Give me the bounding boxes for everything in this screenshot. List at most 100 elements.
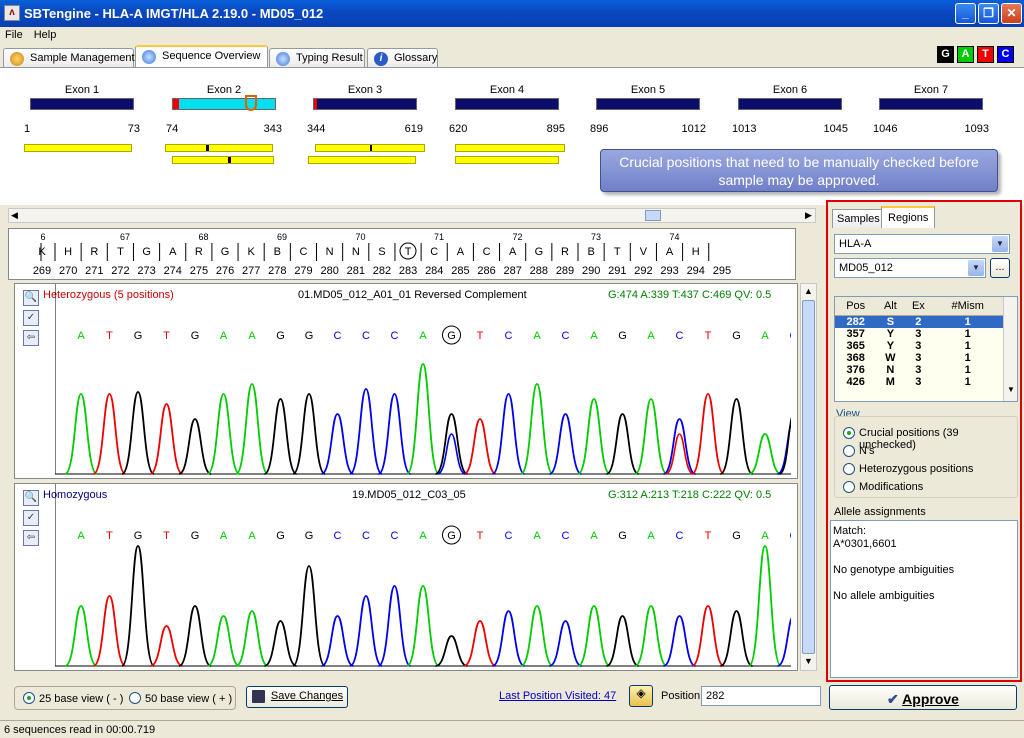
trace-peak <box>235 383 269 475</box>
vertical-scrollbar[interactable]: ▲ ▼ <box>800 283 817 671</box>
base-call: C <box>505 330 513 342</box>
goto-position-button[interactable]: ◈ <box>629 685 653 707</box>
menu-bar: File Help <box>0 27 1024 45</box>
last-position-link[interactable]: Last Position Visited: 47 <box>499 690 616 702</box>
radio-25-base[interactable] <box>23 692 35 704</box>
minimize-button[interactable]: _ <box>955 3 976 24</box>
menu-file[interactable]: File <box>0 27 29 41</box>
position-input[interactable]: 282 <box>701 686 821 706</box>
check-icon[interactable]: ✓ <box>23 510 39 526</box>
col-ex[interactable]: Ex <box>904 297 933 316</box>
base-call: T <box>163 330 170 342</box>
scroll-down-icon[interactable]: ▼ <box>804 656 813 666</box>
exon-bar <box>172 95 276 111</box>
tab-regions[interactable]: Regions <box>881 206 936 228</box>
position-cell: M <box>885 375 895 388</box>
read-track[interactable] <box>165 144 273 152</box>
position-label: 284 <box>425 265 443 277</box>
amino-acid-label: T <box>614 246 621 258</box>
scroll-thumb[interactable] <box>645 210 661 221</box>
position-row[interactable]: 282 S 2 1 <box>835 315 1003 328</box>
position-cell: 3 <box>915 351 922 364</box>
position-row[interactable]: 365 Y 3 1 <box>835 340 1003 352</box>
position-cell: 3 <box>915 339 922 352</box>
position-label: 295 <box>713 265 731 277</box>
read-track[interactable] <box>455 144 565 152</box>
sample-select[interactable]: MD05_012 ▼ <box>834 258 986 278</box>
col-mism[interactable]: #Mism <box>932 297 1003 316</box>
horizontal-scrollbar[interactable]: ◀ ▶ <box>8 208 816 223</box>
tab-samples[interactable]: Samples <box>832 209 885 228</box>
tab-sequence-overview[interactable]: Sequence Overview <box>135 45 268 67</box>
check-icon[interactable]: ✓ <box>23 310 39 326</box>
position-label: 293 <box>660 265 678 277</box>
base-call: C <box>334 530 342 542</box>
radio-modifications-label[interactable]: Modifications <box>859 481 923 493</box>
chromatogram-2[interactable]: ATGTGAAGGCCCAGTCACAGACTGAC <box>55 484 791 672</box>
radio-modifications[interactable] <box>843 481 855 493</box>
menu-help[interactable]: Help <box>29 27 63 41</box>
save-changes-button[interactable]: Save Changes <box>246 686 348 708</box>
info-icon: i <box>374 52 388 66</box>
zoom-icon[interactable]: 🔍 <box>23 490 39 506</box>
amino-acid-label: R <box>195 246 203 258</box>
radio-heterozygous-label[interactable]: Heterozygous positions <box>859 463 973 475</box>
table-scrollbar[interactable]: ▼ <box>1003 297 1017 401</box>
read-track[interactable] <box>315 144 425 152</box>
radio-crucial-label[interactable]: Crucial positions (39 unchecked) <box>859 427 1017 451</box>
col-alt[interactable]: Alt <box>876 297 905 316</box>
back-arrow-icon[interactable]: ⇦ <box>23 330 39 346</box>
position-row[interactable]: 368 W 3 1 <box>835 352 1003 364</box>
position-row[interactable]: 376 N 3 1 <box>835 364 1003 376</box>
radio-heterozygous[interactable] <box>843 463 855 475</box>
scroll-right-icon[interactable]: ▶ <box>805 210 812 221</box>
position-cell: 365 <box>846 339 865 352</box>
scroll-down-icon[interactable]: ▼ <box>1007 385 1015 394</box>
read-track[interactable] <box>308 156 416 164</box>
zoom-icon[interactable]: 🔍 <box>23 290 39 306</box>
read-track[interactable] <box>24 144 132 152</box>
position-cell: 1 <box>964 327 971 340</box>
browse-button[interactable]: ... <box>990 258 1010 278</box>
tab-typing-result[interactable]: Typing Result <box>269 48 365 67</box>
chromatogram-1[interactable]: ATGTGAAGGCCCAGTCACAGACTGAC <box>55 284 791 480</box>
scroll-left-icon[interactable]: ◀ <box>11 210 18 221</box>
trace-peak <box>719 398 754 475</box>
scroll-up-icon[interactable]: ▲ <box>804 286 813 296</box>
positions-table[interactable]: Pos Alt Ex #Mism 282 S 2 1 357 Y 3 1 365 Y 3 1 368 W 3… <box>834 296 1018 402</box>
position-label: 279 <box>294 265 312 277</box>
exon-1[interactable]: Exon 1 1 73 <box>24 68 140 168</box>
maximize-button[interactable]: ❐ <box>978 3 999 24</box>
position-label: 283 <box>399 265 417 277</box>
read-track[interactable] <box>455 156 559 164</box>
back-arrow-icon[interactable]: ⇦ <box>23 530 39 546</box>
close-button[interactable]: ✕ <box>1001 3 1022 24</box>
amino-acid-label: V <box>640 246 648 258</box>
approve-button[interactable]: ✔ Approve <box>829 685 1017 710</box>
position-cell: Y <box>886 327 895 340</box>
tab-glossary[interactable]: i Glossary <box>367 48 438 67</box>
exon-2[interactable]: Exon 2 74 343 <box>166 68 282 168</box>
radio-50-base[interactable] <box>129 692 141 704</box>
radio-ns[interactable] <box>843 445 855 457</box>
base-call: G <box>191 330 200 342</box>
radio-ns-label[interactable]: N's <box>859 445 875 457</box>
exon-bar <box>455 98 559 110</box>
scroll-thumb[interactable] <box>802 300 815 654</box>
locus-select[interactable]: HLA-A ▼ <box>834 234 1010 254</box>
radio-crucial[interactable] <box>843 427 855 439</box>
exon-4[interactable]: Exon 4 620 895 <box>449 68 565 168</box>
base-call: A <box>220 530 228 542</box>
radio-25-base-label[interactable]: 25 base view ( - ) <box>39 693 123 705</box>
base-call: A <box>647 530 655 542</box>
base-call: G <box>191 530 200 542</box>
radio-50-base-label[interactable]: 50 base view ( + ) <box>145 693 232 705</box>
view-group: Crucial positions (39 unchecked) N's Het… <box>834 416 1018 498</box>
read-track[interactable] <box>172 156 274 164</box>
position-label: 270 <box>59 265 77 277</box>
exon-3[interactable]: Exon 3 344 619 <box>307 68 423 168</box>
position-row[interactable]: 357 Y 3 1 <box>835 328 1003 340</box>
position-row[interactable]: 426 M 3 1 <box>835 376 1003 388</box>
col-pos[interactable]: Pos <box>835 297 877 316</box>
tab-sample-management[interactable]: Sample Management <box>3 48 135 67</box>
